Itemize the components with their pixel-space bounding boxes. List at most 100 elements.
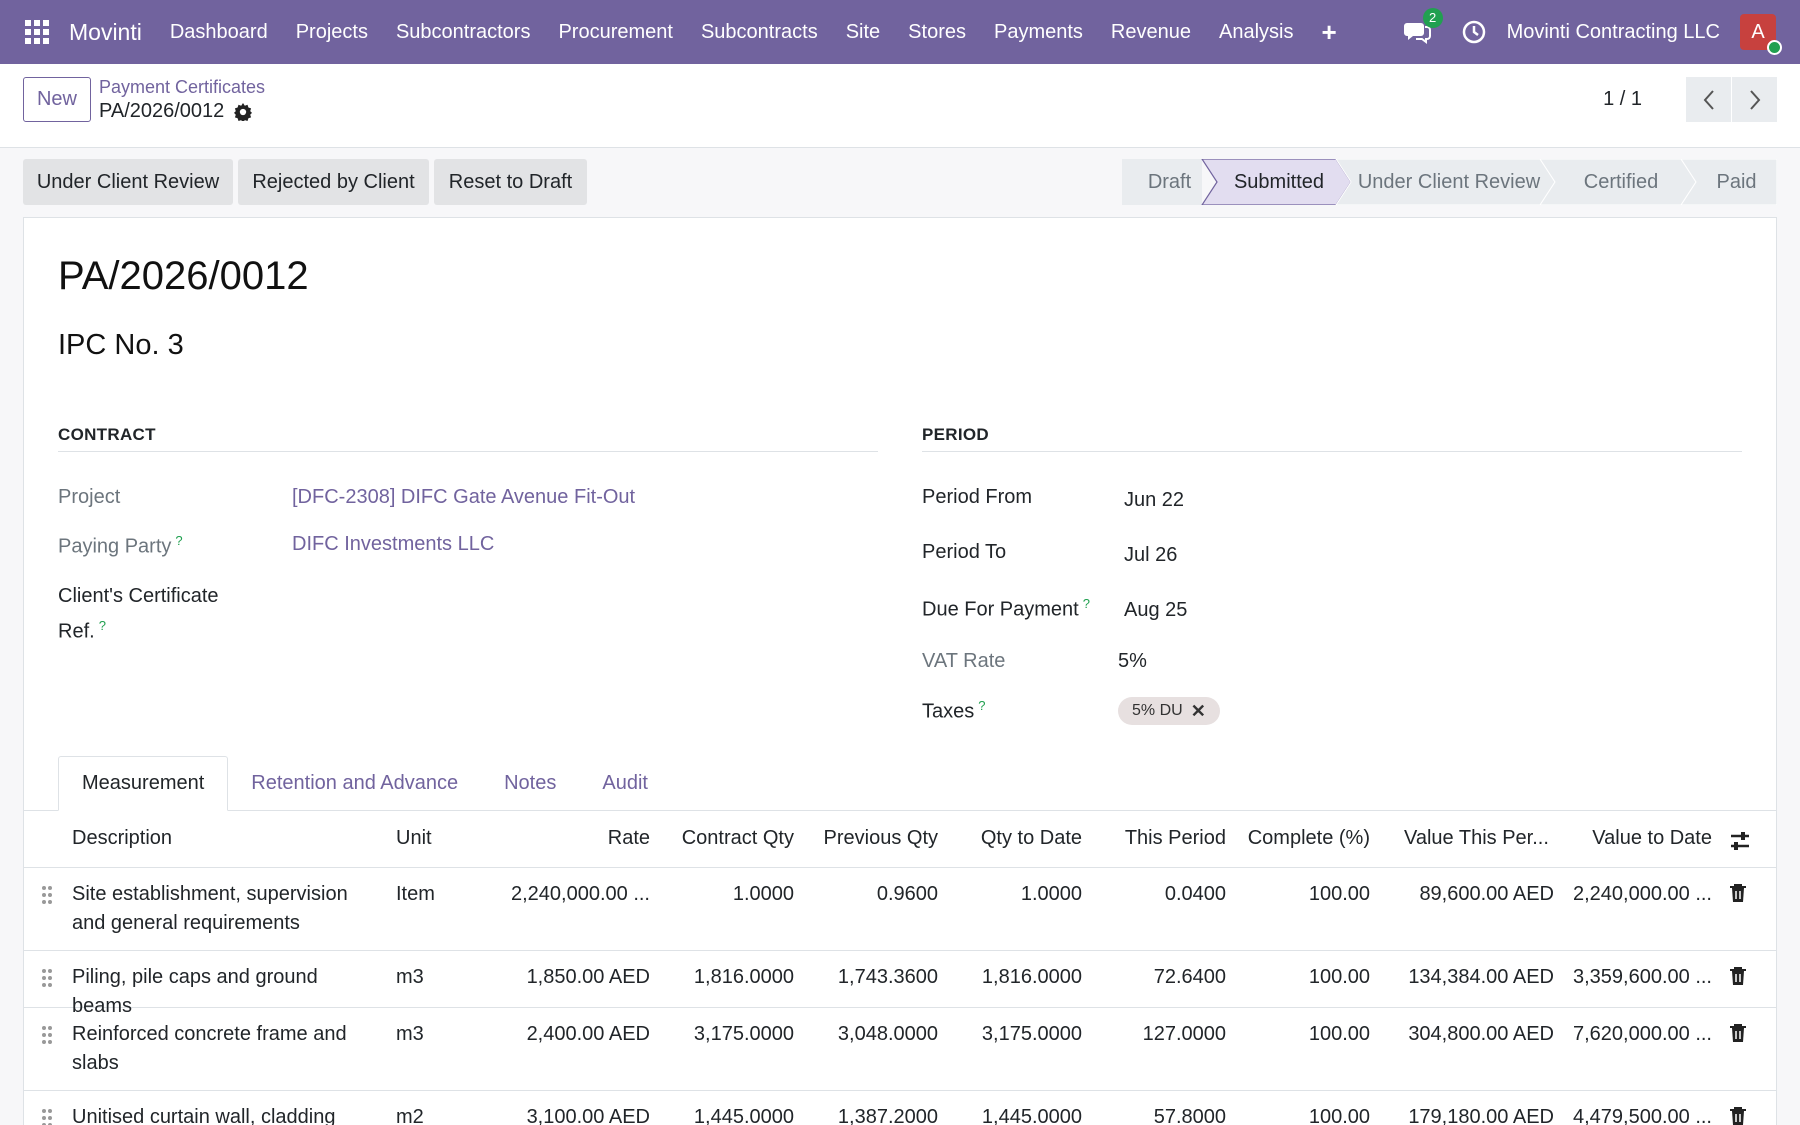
app-brand[interactable]: Movinti — [69, 19, 142, 46]
column-value-to-date[interactable]: Value to Date — [1562, 827, 1712, 850]
period-from-field[interactable]: Jun 22 — [1124, 489, 1184, 512]
help-icon[interactable]: ? — [978, 698, 985, 713]
pager-previous-button[interactable] — [1686, 77, 1731, 122]
breadcrumb-payment-certificates[interactable]: Payment Certificates — [99, 77, 265, 98]
cell-this-period[interactable]: 72.6400 — [1096, 963, 1226, 992]
drag-handle-icon[interactable] — [40, 967, 54, 989]
cell-description[interactable]: Unitised curtain wall, cladding and — [72, 1103, 362, 1125]
plus-icon[interactable]: + — [1321, 17, 1336, 48]
cell-description[interactable]: Reinforced concrete frame and slabs — [72, 1020, 362, 1078]
table-row[interactable]: Unitised curtain wall, cladding and m2 3,1… — [24, 1091, 1776, 1125]
delete-row-icon[interactable] — [1729, 1023, 1747, 1043]
under-client-review-button[interactable]: Under Client Review — [23, 159, 233, 205]
table-row[interactable]: Piling, pile caps and ground beams m3 1,85… — [24, 951, 1776, 1017]
help-icon[interactable]: ? — [99, 618, 106, 633]
menu-projects[interactable]: Projects — [296, 21, 368, 44]
column-qty-to-date[interactable]: Qty to Date — [952, 827, 1082, 850]
period-to-field[interactable]: Jul 26 — [1124, 544, 1177, 567]
cell-previous-qty[interactable]: 1,387.2000 — [808, 1103, 938, 1125]
cell-qty-to-date[interactable]: 1.0000 — [952, 880, 1082, 909]
chat-icon[interactable]: 2 — [1403, 8, 1443, 46]
cell-contract-qty[interactable]: 3,175.0000 — [664, 1020, 794, 1049]
user-avatar[interactable]: A — [1740, 14, 1782, 55]
menu-analysis[interactable]: Analysis — [1219, 21, 1293, 44]
cell-qty-to-date[interactable]: 1,445.0000 — [952, 1103, 1082, 1125]
tab-notes[interactable]: Notes — [481, 756, 579, 811]
new-button[interactable]: New — [23, 77, 91, 122]
table-row[interactable]: Reinforced concrete frame and slabs m3 2,4… — [24, 1008, 1776, 1091]
cell-qty-to-date[interactable]: 3,175.0000 — [952, 1020, 1082, 1049]
drag-handle-icon[interactable] — [40, 1107, 54, 1125]
menu-payments[interactable]: Payments — [994, 21, 1083, 44]
stage-draft[interactable]: Draft — [1122, 159, 1217, 205]
menu-subcontractors[interactable]: Subcontractors — [396, 21, 531, 44]
tab-audit[interactable]: Audit — [579, 756, 671, 811]
cell-unit[interactable]: m3 — [396, 963, 476, 992]
column-this-period[interactable]: This Period — [1096, 827, 1226, 850]
stage-submitted[interactable]: Submitted — [1217, 159, 1341, 205]
table-row[interactable]: Site establishment, supervision and gene… — [24, 868, 1776, 951]
cell-rate[interactable]: 2,240,000.00 ... — [504, 880, 650, 909]
reset-to-draft-button[interactable]: Reset to Draft — [434, 159, 587, 205]
stage-certified[interactable]: Certified — [1555, 159, 1687, 205]
cell-value-to-date[interactable]: 7,620,000.00 ... — [1562, 1020, 1712, 1049]
column-contract-qty[interactable]: Contract Qty — [664, 827, 794, 850]
help-icon[interactable]: ? — [1083, 596, 1090, 611]
cell-complete-percent[interactable]: 100.00 — [1240, 880, 1370, 909]
delete-row-icon[interactable] — [1729, 883, 1747, 903]
tab-retention-and-advance[interactable]: Retention and Advance — [228, 756, 481, 811]
cell-value-this-period[interactable]: 304,800.00 AED — [1384, 1020, 1554, 1049]
menu-subcontracts[interactable]: Subcontracts — [701, 21, 818, 44]
menu-site[interactable]: Site — [846, 21, 880, 44]
cell-rate[interactable]: 2,400.00 AED — [504, 1020, 650, 1049]
remove-tag-icon[interactable]: ✕ — [1191, 701, 1206, 722]
pager-value[interactable]: 1 / 1 — [1603, 88, 1642, 111]
cell-this-period[interactable]: 57.8000 — [1096, 1103, 1226, 1125]
cell-value-this-period[interactable]: 134,384.00 AED — [1384, 963, 1554, 992]
column-unit[interactable]: Unit — [396, 827, 432, 850]
stage-paid[interactable]: Paid — [1696, 159, 1777, 205]
cell-contract-qty[interactable]: 1,445.0000 — [664, 1103, 794, 1125]
due-for-payment-field[interactable]: Aug 25 — [1124, 599, 1187, 622]
cell-complete-percent[interactable]: 100.00 — [1240, 1103, 1370, 1125]
cell-complete-percent[interactable]: 100.00 — [1240, 1020, 1370, 1049]
drag-handle-icon[interactable] — [40, 884, 54, 906]
cell-unit[interactable]: Item — [396, 880, 476, 909]
column-complete-percent[interactable]: Complete (%) — [1240, 827, 1370, 850]
column-description[interactable]: Description — [72, 827, 172, 850]
cell-value-to-date[interactable]: 4,479,500.00 ... — [1562, 1103, 1712, 1125]
drag-handle-icon[interactable] — [40, 1024, 54, 1046]
column-previous-qty[interactable]: Previous Qty — [808, 827, 938, 850]
column-value-this-period[interactable]: Value This Per... — [1404, 827, 1554, 850]
delete-row-icon[interactable] — [1729, 1106, 1747, 1125]
cell-value-to-date[interactable]: 2,240,000.00 ... — [1562, 880, 1712, 909]
menu-stores[interactable]: Stores — [908, 21, 966, 44]
rejected-by-client-button[interactable]: Rejected by Client — [238, 159, 429, 205]
company-switcher[interactable]: Movinti Contracting LLC — [1507, 21, 1720, 44]
cell-value-this-period[interactable]: 89,600.00 AED — [1384, 880, 1554, 909]
column-rate[interactable]: Rate — [504, 827, 650, 850]
menu-dashboard[interactable]: Dashboard — [170, 21, 268, 44]
cell-unit[interactable]: m2 — [396, 1103, 476, 1125]
pager-next-button[interactable] — [1732, 77, 1777, 122]
delete-row-icon[interactable] — [1729, 966, 1747, 986]
cell-unit[interactable]: m3 — [396, 1020, 476, 1049]
paying-party-field[interactable]: DIFC Investments LLC — [292, 533, 494, 556]
gear-icon[interactable] — [234, 102, 253, 123]
menu-procurement[interactable]: Procurement — [558, 21, 673, 44]
cell-contract-qty[interactable]: 1,816.0000 — [664, 963, 794, 992]
activity-clock-icon[interactable] — [1461, 19, 1487, 45]
apps-menu-icon[interactable] — [25, 20, 49, 44]
optional-columns-icon[interactable] — [1729, 830, 1751, 858]
project-field[interactable]: [DFC-2308] DIFC Gate Avenue Fit-Out — [292, 486, 635, 509]
help-icon[interactable]: ? — [175, 533, 182, 548]
cell-rate[interactable]: 3,100.00 AED — [504, 1103, 650, 1125]
cell-description[interactable]: Site establishment, supervision and gene… — [72, 880, 362, 938]
cell-this-period[interactable]: 127.0000 — [1096, 1020, 1226, 1049]
stage-under-client-review[interactable]: Under Client Review — [1351, 159, 1547, 205]
cell-value-to-date[interactable]: 3,359,600.00 ... — [1562, 963, 1712, 992]
cell-previous-qty[interactable]: 1,743.3600 — [808, 963, 938, 992]
cell-complete-percent[interactable]: 100.00 — [1240, 963, 1370, 992]
menu-revenue[interactable]: Revenue — [1111, 21, 1191, 44]
tab-measurement[interactable]: Measurement — [58, 756, 229, 811]
